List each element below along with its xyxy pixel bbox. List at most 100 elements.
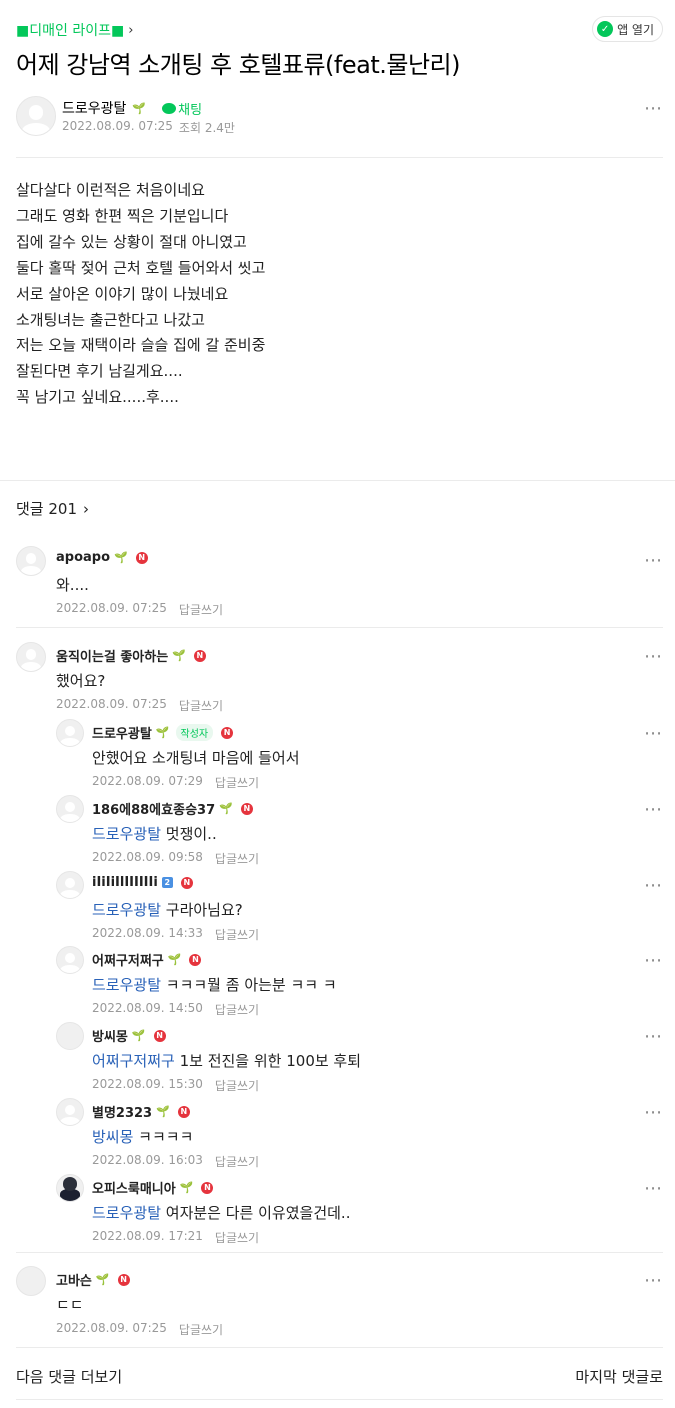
comment-text: ㄷㄷ — [56, 1296, 84, 1314]
divider — [0, 480, 675, 481]
reply-button[interactable]: 답글쓰기 — [179, 601, 223, 618]
more-options-icon[interactable]: ⋯ — [644, 552, 663, 570]
reply-button[interactable]: 답글쓰기 — [179, 1321, 223, 1338]
commenter-avatar[interactable] — [56, 1098, 84, 1126]
more-options-icon[interactable]: ⋯ — [644, 1272, 663, 1290]
commenter-avatar[interactable] — [16, 1266, 46, 1296]
comment-text: 드로우광탈 멋쟁이.. — [92, 823, 217, 844]
commenter-nick[interactable]: 별명2323 — [92, 1102, 152, 1121]
reply-item: 별명2323 🌱 N 방씨몽 ㅋㅋㅋㅋ 2022.08.09. 16:03 답글… — [0, 1098, 675, 1170]
divider — [16, 1252, 663, 1253]
more-comments-button[interactable]: 다음 댓글 더보기 — [16, 1366, 122, 1387]
commenter-nick[interactable]: 드로우광탈 — [92, 723, 152, 742]
reply-item: 186에88에효종승37 🌱 N 드로우광탈 멋쟁이.. 2022.08.09.… — [0, 795, 675, 867]
comment-text: 드로우광탈 구라아님요? — [92, 899, 243, 920]
commenter-nick[interactable]: 고바슨 — [56, 1270, 92, 1289]
comment-text: 방씨몽 ㅋㅋㅋㅋ — [92, 1126, 193, 1147]
commenter-nick[interactable]: 어쩌구저쩌구 — [92, 950, 164, 969]
sprout-icon: 🌱 — [132, 101, 147, 115]
new-badge: N — [193, 649, 206, 662]
sprout-icon: 🌱 — [155, 726, 170, 739]
sprout-icon: 🌱 — [131, 1029, 146, 1042]
comment-date: 2022.08.09. 15:30 — [92, 1077, 203, 1091]
comment-item: 움직이는걸 좋아하는 🌱 N 했어요? 2022.08.09. 07:25 답글… — [0, 642, 675, 722]
commenter-avatar[interactable] — [56, 1174, 84, 1202]
comment-date: 2022.08.09. 16:03 — [92, 1153, 203, 1167]
new-badge: N — [240, 802, 253, 815]
reply-button[interactable]: 답글쓰기 — [215, 850, 259, 867]
comment-text: 했어요? — [56, 672, 106, 690]
commenter-nick[interactable]: 오피스룩매니아 — [92, 1178, 176, 1197]
divider — [16, 627, 663, 628]
new-badge: N — [117, 1273, 130, 1286]
commenter-nick[interactable]: 움직이는걸 좋아하는 — [56, 646, 168, 665]
reply-button[interactable]: 답글쓰기 — [215, 1001, 259, 1018]
mention-link[interactable]: 드로우광탈 — [92, 825, 161, 843]
open-app-button[interactable]: ✓ 앱 열기 — [592, 16, 663, 42]
commenter-avatar[interactable] — [56, 1022, 84, 1050]
new-badge: N — [180, 876, 193, 889]
more-options-icon[interactable]: ⋯ — [644, 1028, 663, 1046]
cafe-link[interactable]: ■디매인 라이프■ › — [16, 20, 663, 40]
more-options-icon[interactable]: ⋯ — [644, 877, 663, 895]
commenter-nick[interactable]: 방씨몽 — [92, 1026, 128, 1045]
mention-link[interactable]: 드로우광탈 — [92, 976, 161, 994]
reply-button[interactable]: 답글쓰기 — [215, 1153, 259, 1170]
more-options-icon[interactable]: ⋯ — [644, 725, 663, 743]
sprout-icon: 🌱 — [95, 1273, 110, 1286]
comment-text: 어쩌구저쩌구 1보 전진을 위한 100보 후퇴 — [92, 1050, 361, 1071]
commenter-avatar[interactable] — [56, 946, 84, 974]
new-badge: N — [189, 953, 202, 966]
more-options-icon[interactable]: ⋯ — [644, 648, 663, 666]
body-line: 둘다 홀딱 젖어 근처 호텔 들어와서 씻고 — [16, 258, 266, 277]
comment-date: 2022.08.09. 17:21 — [92, 1229, 203, 1243]
commenter-nick[interactable]: apoapo — [56, 550, 110, 565]
new-badge: N — [135, 551, 148, 564]
reply-button[interactable]: 답글쓰기 — [215, 774, 259, 791]
mention-link[interactable]: 드로우광탈 — [92, 901, 161, 919]
chat-button[interactable]: 채팅 — [162, 99, 202, 118]
reply-button[interactable]: 답글쓰기 — [215, 1229, 259, 1246]
level-badge: 2 — [161, 877, 173, 888]
cafe-name[interactable]: ■디매인 라이프■ — [16, 20, 124, 40]
body-line: 저는 오늘 재택이라 슬슬 집에 갈 준비중 — [16, 336, 266, 355]
reply-item: 어쩌구저쩌구 🌱 N 드로우광탈 ㅋㅋㅋ뭘 좀 아는분 ㅋㅋ ㅋ 2022.08… — [0, 946, 675, 1018]
mention-link[interactable]: 드로우광탈 — [92, 1204, 161, 1222]
comment-body: 1보 전진을 위한 100보 후퇴 — [174, 1052, 362, 1070]
mention-link[interactable]: 어쩌구저쩌구 — [92, 1052, 175, 1070]
chevron-right-icon: › — [128, 22, 134, 38]
commenter-avatar[interactable] — [16, 546, 46, 576]
comment-text: 와.... — [56, 576, 89, 594]
commenter-avatar[interactable] — [56, 719, 84, 747]
more-options-icon[interactable]: ⋯ — [644, 801, 663, 819]
commenter-avatar[interactable] — [56, 871, 84, 899]
more-options-icon[interactable]: ⋯ — [644, 1180, 663, 1198]
reply-button[interactable]: 답글쓰기 — [215, 926, 259, 943]
commenter-avatar[interactable] — [16, 642, 46, 672]
comments-header[interactable]: 댓글 201 › — [16, 498, 89, 519]
mention-link[interactable]: 방씨몽 — [92, 1128, 133, 1146]
author-avatar[interactable] — [16, 96, 56, 136]
comment-body: 구라아님요? — [161, 901, 243, 919]
chat-bubble-icon — [162, 102, 177, 114]
reply-button[interactable]: 답글쓰기 — [179, 697, 223, 714]
comment-text: 드로우광탈 여자분은 다른 이유였을건데.. — [92, 1202, 350, 1223]
chat-label: 채팅 — [178, 102, 203, 118]
comments-count[interactable]: 댓글 201 — [16, 498, 77, 519]
body-line: 잘된다면 후기 남길게요.... — [16, 362, 183, 381]
commenter-nick[interactable]: iIiIiIlIIIIIIi — [92, 875, 158, 890]
more-options-icon[interactable]: ⋯ — [644, 100, 663, 118]
more-options-icon[interactable]: ⋯ — [644, 1104, 663, 1122]
author-name[interactable]: 드로우광탈 — [62, 98, 126, 118]
last-comment-button[interactable]: 마지막 댓글로 — [575, 1366, 663, 1387]
app-logo-icon: ✓ — [597, 21, 614, 37]
comment-text: 드로우광탈 ㅋㅋㅋ뭘 좀 아는분 ㅋㅋ ㅋ — [92, 974, 337, 995]
sprout-icon: 🌱 — [114, 551, 128, 564]
comment-date: 2022.08.09. 07:29 — [92, 774, 203, 788]
reply-item: 방씨몽 🌱 N 어쩌구저쩌구 1보 전진을 위한 100보 후퇴 2022.08… — [0, 1022, 675, 1094]
more-options-icon[interactable]: ⋯ — [644, 952, 663, 970]
reply-button[interactable]: 답글쓰기 — [215, 1077, 259, 1094]
top-bar: ■디매인 라이프■ › ✓ 앱 열기 — [16, 16, 663, 42]
commenter-nick[interactable]: 186에88에효종승37 — [92, 799, 215, 818]
commenter-avatar[interactable] — [56, 795, 84, 823]
